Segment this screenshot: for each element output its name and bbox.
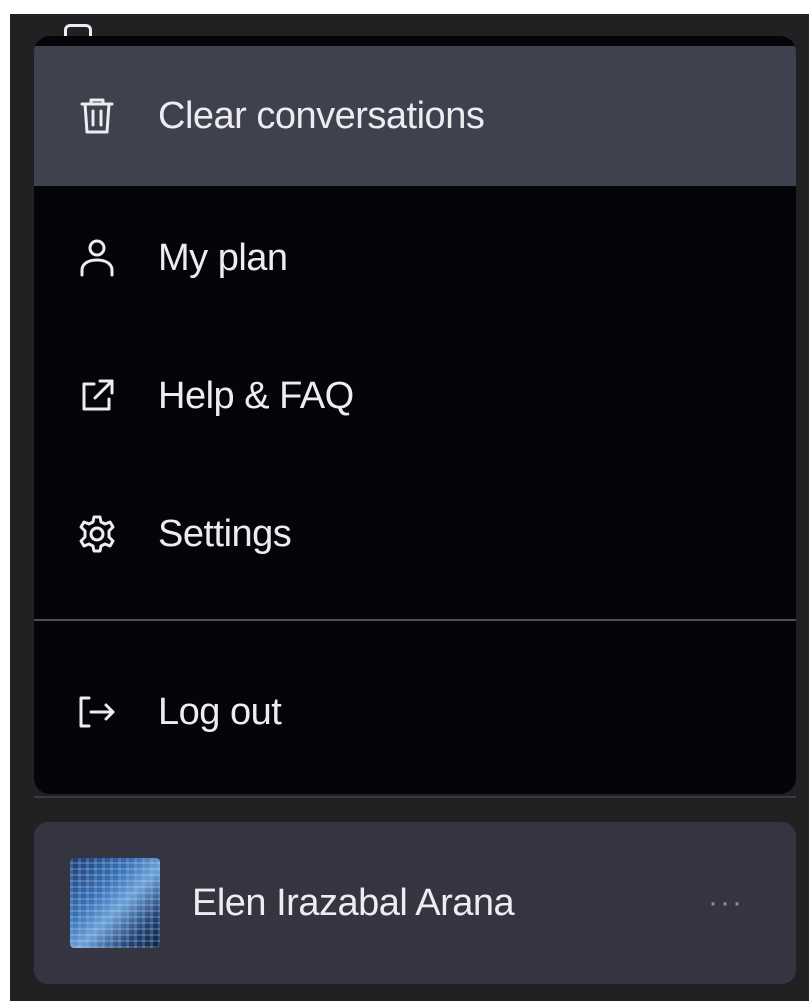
gear-icon [72,509,122,559]
avatar [70,858,160,948]
menu-item-label: Settings [158,512,292,555]
logout-icon [72,687,122,737]
menu-item-label: Log out [158,690,282,733]
menu-divider [34,619,796,621]
menu-item-label: Help & FAQ [158,374,354,417]
menu-item-label: Clear conversations [158,94,485,137]
menu-item-help-faq[interactable]: Help & FAQ [34,326,796,466]
sidebar-separator [34,796,796,798]
top-edge [0,0,809,14]
account-menu: Clear conversations My plan Help & FAQ S… [34,36,796,794]
menu-item-log-out[interactable]: Log out [34,642,796,782]
menu-item-my-plan[interactable]: My plan [34,188,796,328]
left-edge [0,0,10,1001]
menu-item-label: My plan [158,236,288,279]
user-name: Elen Irazabal Arana [192,881,515,924]
screen: Clear conversations My plan Help & FAQ S… [0,0,809,1001]
more-options-icon[interactable]: ··· [696,883,756,923]
external-link-icon [72,371,122,421]
menu-item-settings[interactable]: Settings [34,464,796,604]
user-account-button[interactable]: Elen Irazabal Arana ··· [34,822,796,984]
trash-icon [72,91,122,141]
menu-item-clear-conversations[interactable]: Clear conversations [34,46,796,186]
user-icon [72,233,122,283]
